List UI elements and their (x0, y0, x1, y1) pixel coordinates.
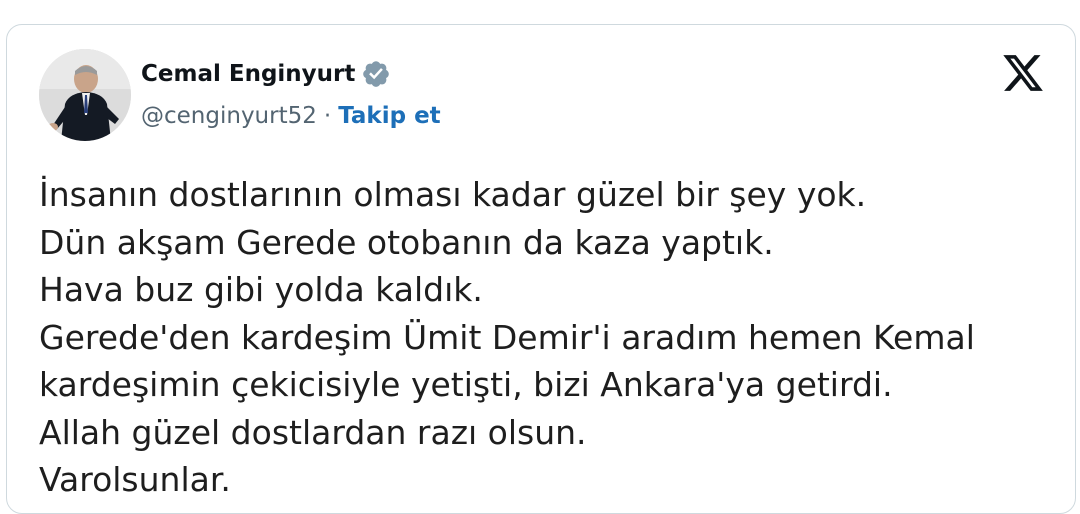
follow-button[interactable]: Takip et (338, 103, 441, 129)
tweet-line: Dün akşam Gerede otobanın da kaza yaptık… (39, 222, 774, 262)
tweet-line: İnsanın dostlarının olması kadar güzel b… (39, 175, 867, 214)
avatar[interactable] (39, 49, 131, 141)
verified-badge-icon (363, 61, 390, 87)
author-handle[interactable]: @cenginyurt52 (141, 103, 317, 129)
author-name-row: Cemal Enginyurt (141, 59, 391, 89)
author-name[interactable]: Cemal Enginyurt (141, 61, 355, 87)
tweet-text: İnsanın dostlarının olması kadar güzel b… (39, 171, 1059, 504)
tweet-card: Cemal Enginyurt @cenginyurt52 · Takip et… (6, 24, 1076, 514)
tweet-line: Gerede'den kardeşim Ümit Demir'i aradım … (39, 317, 975, 357)
tweet-line: Hava buz gibi yolda kaldık. (39, 270, 483, 309)
author-handle-row: @cenginyurt52 · Takip et (141, 103, 441, 129)
separator-dot: · (323, 103, 332, 129)
tweet-line: Allah güzel dostlardan razı olsun. (39, 412, 587, 452)
x-logo-icon[interactable] (1001, 51, 1045, 95)
tweet-line: Varolsunlar. (39, 460, 231, 499)
tweet-line: kardeşimin çekicisiyle yetişti, bizi Ank… (39, 365, 893, 404)
